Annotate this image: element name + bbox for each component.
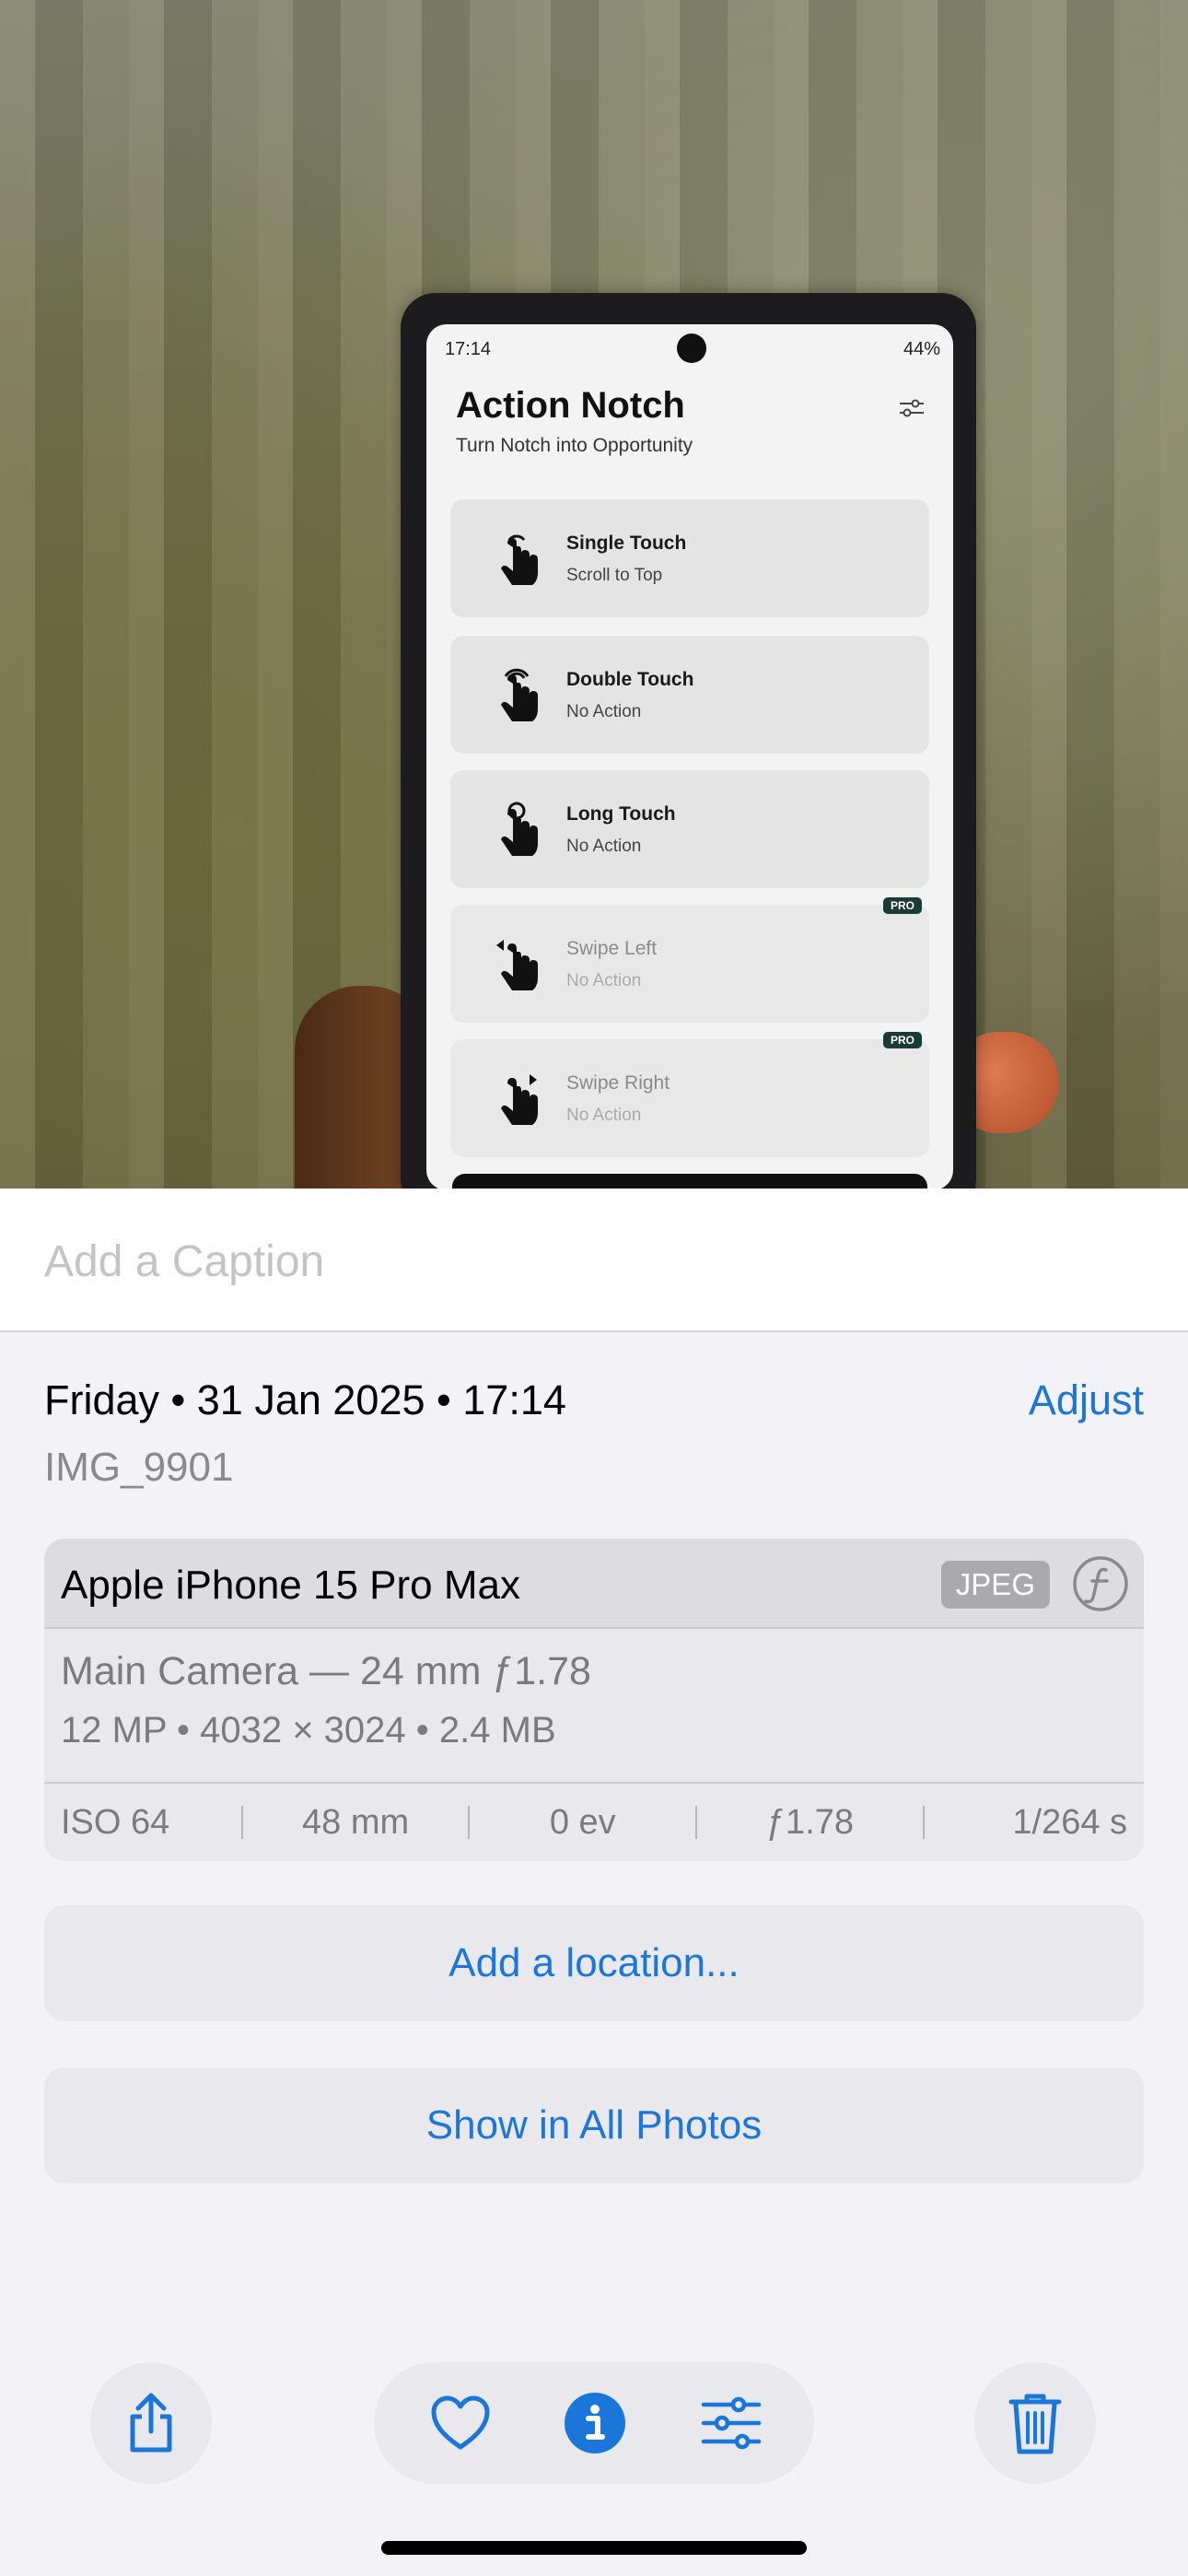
exif-card: Apple iPhone 15 Pro Max JPEG Main Camera…	[44, 1539, 1144, 1861]
focal-length-value: 48 mm	[302, 1802, 410, 1842]
share-icon	[130, 2393, 172, 2453]
info-button[interactable]	[540, 2362, 650, 2484]
phone-app-title: Action Notch	[456, 385, 685, 426]
shutter-speed-value: 1/264 s	[1012, 1802, 1128, 1842]
gesture-card-swipe-left: PRO Swipe Left No Action	[450, 897, 929, 1023]
delete-button[interactable]	[974, 2362, 1096, 2484]
photo-actions-pill	[374, 2362, 814, 2484]
home-indicator[interactable]	[381, 2541, 807, 2555]
gesture-name: Swipe Right	[566, 1072, 670, 1094]
pro-badge: PRO	[882, 897, 922, 914]
phone-status-battery: 44%	[903, 339, 940, 359]
gesture-action: No Action	[566, 1106, 642, 1125]
tap-hand-icon	[501, 534, 538, 585]
format-badge: JPEG	[940, 1561, 1050, 1609]
double-tap-hand-icon	[501, 668, 538, 721]
gesture-card-single-touch: Single Touch Scroll to Top	[450, 499, 929, 617]
info-icon	[565, 2393, 625, 2453]
edit-button[interactable]	[676, 2362, 786, 2484]
lens-description: Main Camera — 24 mm ƒ1.78	[61, 1649, 591, 1693]
gesture-action: Scroll to Top	[566, 566, 663, 585]
caption-input[interactable]	[44, 1229, 1140, 1294]
pro-badge: PRO	[882, 1032, 922, 1048]
exposure-value: 0 ev	[549, 1802, 616, 1842]
phone-status-time: 17:14	[445, 339, 492, 359]
photo-datetime: Friday • 31 Jan 2025 • 17:14	[44, 1376, 566, 1423]
phone-bottom-bar	[452, 1174, 927, 1188]
gesture-name: Double Touch	[566, 669, 694, 690]
device-name: Apple iPhone 15 Pro Max	[61, 1563, 520, 1608]
gesture-card-double-touch: Double Touch No Action	[450, 636, 929, 754]
share-button[interactable]	[90, 2362, 212, 2484]
exif-header: Apple iPhone 15 Pro Max JPEG	[44, 1539, 1144, 1629]
long-press-hand-icon	[501, 802, 538, 856]
gesture-name: Single Touch	[566, 533, 687, 554]
gesture-action: No Action	[566, 837, 642, 856]
sliders-icon	[900, 399, 924, 417]
gesture-name: Swipe Left	[566, 938, 658, 959]
sliders-icon	[701, 2396, 762, 2450]
aperture-function-icon[interactable]	[1072, 1555, 1129, 1612]
exif-values-row: ISO 64 48 mm 0 ev ƒ1.78 1/264 s	[44, 1782, 1144, 1861]
iso-value: ISO 64	[61, 1802, 170, 1842]
photo-filename: IMG_9901	[44, 1445, 234, 1490]
phone-screen: 17:14 44% Action Notch Turn Notch into O…	[426, 324, 953, 1188]
adjust-button[interactable]: Adjust	[1029, 1376, 1144, 1424]
gesture-card-long-touch: Long Touch No Action	[450, 770, 929, 888]
swipe-right-hand-icon	[501, 1074, 538, 1125]
phone-camera-hole	[677, 334, 706, 363]
show-in-all-photos-button[interactable]: Show in All Photos	[44, 2067, 1144, 2184]
aperture-value: ƒ1.78	[765, 1802, 855, 1842]
phone-app-subtitle: Turn Notch into Opportunity	[456, 435, 693, 456]
gesture-name: Long Touch	[566, 803, 676, 825]
trash-icon	[1008, 2394, 1062, 2454]
swipe-left-hand-icon	[496, 940, 538, 990]
gesture-action: No Action	[566, 702, 642, 721]
add-location-button[interactable]: Add a location...	[44, 1905, 1144, 2021]
gesture-action: No Action	[566, 971, 642, 990]
photo-view[interactable]: 17:14 44% Action Notch Turn Notch into O…	[0, 0, 1188, 1188]
gesture-card-swipe-right: PRO Swipe Right No Action	[450, 1032, 929, 1157]
image-specs: 12 MP • 4032 × 3024 • 2.4 MB	[61, 1710, 556, 1751]
heart-icon	[431, 2395, 490, 2450]
favorite-button[interactable]	[405, 2362, 516, 2484]
caption-section	[0, 1188, 1188, 1332]
